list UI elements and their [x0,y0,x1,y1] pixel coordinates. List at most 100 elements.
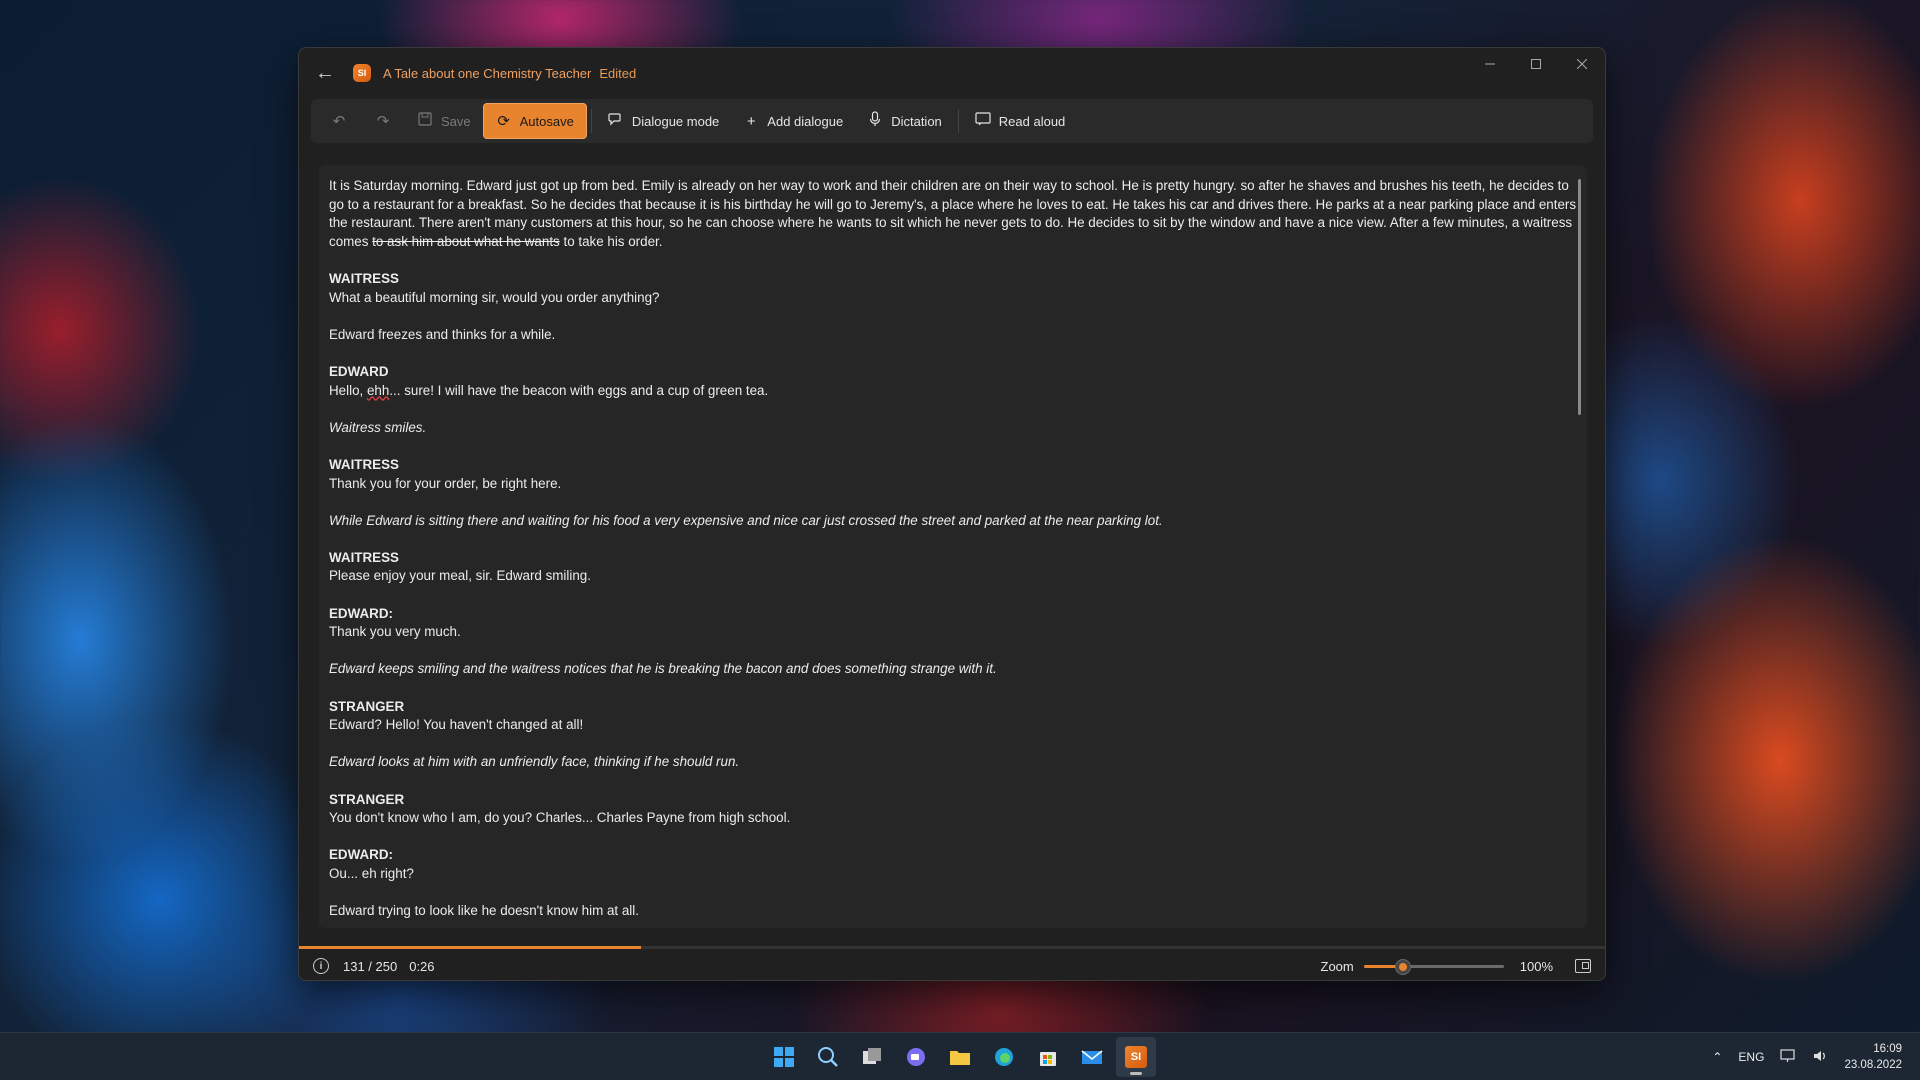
network-icon[interactable] [1780,1048,1796,1066]
search-icon[interactable] [808,1037,848,1077]
dialogue-line: Edward? Hello! You haven't changed at al… [329,717,584,733]
zoom-value: 100% [1519,958,1553,974]
windows-start-icon[interactable] [764,1037,804,1077]
clock-date: 23.08.2022 [1844,1059,1902,1071]
speaker-name: STRANGER [329,791,405,807]
app-logo-icon: SI [353,64,371,82]
read-aloud-icon [975,112,991,130]
sync-icon: ⟳ [497,113,510,130]
document-title: A Tale about one Chemistry Teacher [383,65,592,81]
chevron-up-icon[interactable]: ⌃ [1712,1050,1722,1064]
dialogue-line: Thank you for your order, be right here. [329,475,562,491]
dictation-button[interactable]: Dictation [855,103,954,139]
file-explorer-icon[interactable] [940,1037,980,1077]
action-paragraph: Edward looks at him with an unfriendly f… [329,754,740,770]
dialogue-block: EDWARD: Ou... eh right? [329,846,1581,883]
dialogue-block: EDWARD: Thank you very much. [329,605,1581,642]
app-window: ← SI A Tale about one Chemistry Teacher … [298,47,1606,981]
read-aloud-button[interactable]: Read aloud [963,103,1078,139]
maximize-icon[interactable] [1513,48,1559,80]
status-bar: i 131 / 250 0:26 Zoom 100% [299,950,1605,980]
speaker-name: EDWARD: [329,605,393,621]
storyist-app-icon[interactable]: SI [1116,1037,1156,1077]
speaker-name: EDWARD [329,363,389,379]
language-indicator[interactable]: ENG [1738,1050,1764,1064]
volume-icon[interactable] [1812,1049,1828,1066]
editor-scrollbar[interactable] [1578,179,1581,415]
dialogue-mode-button[interactable]: Dialogue mode [596,103,731,139]
toolbar: ↶ ↷ Save ⟳ Autosave Dialogue mode + Add … [311,99,1593,143]
save-button[interactable]: Save [405,103,483,139]
redo-button[interactable]: ↷ [361,103,405,139]
mail-icon[interactable] [1072,1037,1112,1077]
dialogue-line: What a beautiful morning sir, would you … [329,289,660,305]
dialogue-line-start: Hello, [329,382,367,398]
minimize-icon[interactable] [1467,48,1513,80]
system-tray: ⌃ ENG 16:09 23.08.2022 [1712,1033,1920,1080]
dialogue-line: You don't know who I am, do you? Charles… [329,810,791,826]
misspelled-word[interactable]: ehh [367,383,389,398]
dialogue-line: Thank you very much. [329,624,461,640]
save-label: Save [441,113,471,129]
dialogue-block: WAITRESS Please enjoy your meal, sir. Edw… [329,549,1581,586]
action-paragraph: Waitress smiles. [329,419,427,435]
zoom-slider[interactable] [1363,956,1504,976]
struck-text: to ask him about what he wants [372,233,560,249]
speaker-name: WAITRESS [329,270,399,286]
store-icon[interactable] [1028,1037,1068,1077]
read-time: 0:26 [409,958,435,974]
dialogue-block: WAITRESS What a beautiful morning sir, wo… [329,270,1581,307]
action-paragraph: Edward keeps smiling and the waitress no… [329,661,997,677]
microphone-icon [867,111,883,131]
task-view-icon[interactable] [852,1037,892,1077]
window-controls [1467,48,1605,80]
undo-button[interactable]: ↶ [317,103,361,139]
read-aloud-label: Read aloud [998,113,1066,129]
dialogue-line-end: ... sure! I will have the beacon with eg… [389,382,769,398]
action-paragraph: It is Saturday morning. Edward just got … [329,177,1581,251]
speaker-name: STRANGER [329,698,405,714]
intro-end: to take his order. [559,233,663,249]
autosave-label: Autosave [519,113,574,129]
zoom-label: Zoom [1320,958,1354,974]
add-dialogue-button[interactable]: + Add dialogue [731,103,855,139]
speaker-name: WAITRESS [329,549,399,565]
plus-icon: + [746,112,756,130]
speaker-name: EDWARD: [329,847,393,863]
dialogue-line: Ou... eh right? [329,865,414,881]
dialogue-block: STRANGER You don't know who I am, do you?… [329,791,1581,828]
toolbar-divider [590,109,592,133]
word-goal-progress [299,946,1605,949]
action-paragraph: While Edward is sitting there and waitin… [329,512,1163,528]
redo-icon: ↷ [376,113,390,130]
storyist-app-glyph: SI [1125,1046,1147,1068]
back-arrow-icon[interactable]: ← [311,59,339,87]
dictation-label: Dictation [891,113,942,129]
script-editor[interactable]: It is Saturday morning. Edward just got … [319,165,1587,928]
chat-icon[interactable] [896,1037,936,1077]
view-layout-icon[interactable] [1575,959,1591,973]
autosave-button[interactable]: ⟳ Autosave [482,103,587,139]
dialogue-line: Please enjoy your meal, sir. Edward smil… [329,568,591,584]
edge-browser-icon[interactable] [984,1037,1024,1077]
dialogue-block: WAITRESS Thank you for your order, be rig… [329,456,1581,493]
speaker-name: WAITRESS [329,456,399,472]
taskbar: SI ⌃ ENG 16:09 23.08.2022 [0,1032,1920,1080]
document-status: Edited [599,65,637,81]
clock-time: 16:09 [1873,1043,1902,1055]
title-bar: ← SI A Tale about one Chemistry Teacher … [299,48,1605,98]
clock[interactable]: 16:09 23.08.2022 [1844,1041,1902,1073]
toolbar-divider [957,109,959,133]
action-paragraph: Edward freezes and thinks for a while. [329,326,556,342]
save-icon [417,112,433,130]
close-icon[interactable] [1559,48,1605,80]
word-count: 131 / 250 [343,958,398,974]
dialogue-block: EDWARD Hello, ehh... sure! I will have th… [329,363,1581,400]
chat-bubbles-icon [608,112,624,130]
taskbar-apps: SI [764,1037,1156,1077]
word-goal-progress-fill [299,946,642,949]
undo-icon: ↶ [332,113,346,130]
editor-text[interactable]: It is Saturday morning. Edward just got … [329,177,1581,921]
zoom-slider-thumb[interactable] [1394,959,1411,975]
info-icon[interactable]: i [313,958,329,974]
